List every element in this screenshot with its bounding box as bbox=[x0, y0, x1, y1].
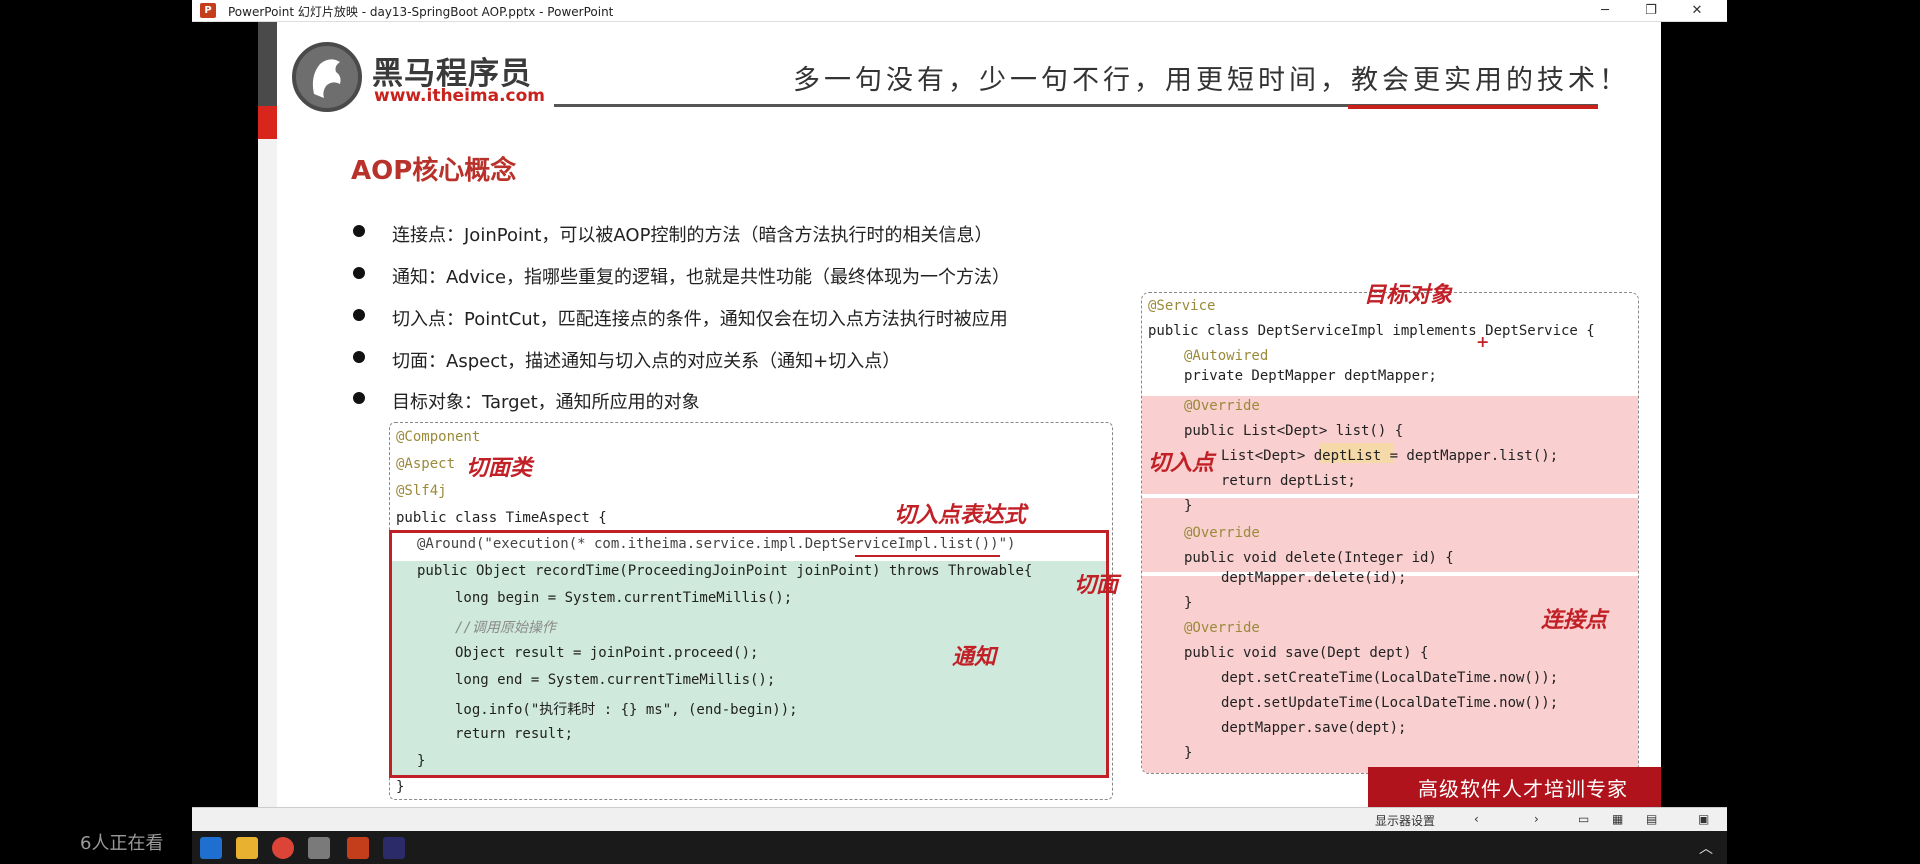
annotation-target: 目标对象 bbox=[1364, 282, 1453, 308]
code-line: //调用原始操作 bbox=[455, 620, 556, 636]
app-icon[interactable] bbox=[308, 837, 330, 859]
code-line: return result; bbox=[455, 726, 574, 742]
code-line: @Override bbox=[1184, 398, 1260, 414]
code-line: } bbox=[1184, 498, 1193, 514]
code-line: public class TimeAspect { bbox=[396, 510, 607, 526]
chevron-up-icon[interactable]: ︿ bbox=[1699, 838, 1713, 858]
windows-taskbar: ︿ bbox=[192, 831, 1727, 864]
code-line: } bbox=[396, 779, 405, 795]
bullet-dot-icon bbox=[353, 309, 365, 321]
file-explorer-icon[interactable] bbox=[236, 837, 258, 859]
code-line-around: @Around("execution(* com.itheima.service… bbox=[417, 536, 1016, 552]
powerpoint-icon: P bbox=[200, 3, 216, 18]
restore-button[interactable]: ❐ bbox=[1628, 0, 1674, 22]
slogan: 多一句没有，少一句不行，用更短时间，教会更实用的技术！ bbox=[793, 65, 1630, 96]
code-line: long end = System.currentTimeMillis(); bbox=[455, 672, 776, 688]
powerpoint-taskbar-icon[interactable] bbox=[347, 837, 369, 859]
viewer-count-overlay: 6人正在看 bbox=[80, 833, 164, 854]
side-band-red bbox=[258, 106, 277, 139]
code-line: List<Dept> deptList = deptMapper.list(); bbox=[1221, 448, 1559, 464]
code-line: long begin = System.currentTimeMillis(); bbox=[455, 590, 793, 606]
code-line: public List<Dept> list() { bbox=[1184, 423, 1404, 439]
normal-view-icon[interactable]: ▭ bbox=[1578, 812, 1589, 826]
code-line: dept.setCreateTime(LocalDateTime.now()); bbox=[1221, 670, 1559, 686]
code-line: deptMapper.save(dept); bbox=[1221, 720, 1407, 736]
display-settings-button[interactable]: 显示器设置 bbox=[1375, 812, 1435, 829]
reading-view-icon[interactable]: ▤ bbox=[1646, 812, 1657, 826]
footer-banner: 高级软件人才培训专家 bbox=[1368, 767, 1661, 807]
code-line: @Slf4j bbox=[396, 483, 447, 499]
code-line: @Override bbox=[1184, 525, 1260, 541]
logo-horse-icon bbox=[292, 42, 362, 112]
bullet-dot-icon bbox=[353, 351, 365, 363]
annotation-plus: + bbox=[1476, 332, 1490, 351]
code-line: } bbox=[1184, 595, 1193, 611]
code-line: @Autowired bbox=[1184, 348, 1269, 364]
slide-sorter-icon[interactable]: ▦ bbox=[1612, 812, 1623, 826]
bullet-dot-icon bbox=[353, 392, 365, 404]
annotation-aspect: 切面 bbox=[1074, 572, 1119, 598]
code-line: } bbox=[417, 753, 426, 769]
chrome-icon[interactable] bbox=[272, 837, 294, 859]
annotation-pointcut: 切入点 bbox=[1148, 450, 1215, 476]
code-line: @Override bbox=[1184, 620, 1260, 636]
slideshow-statusbar: 显示器设置 ‹ › ▭ ▦ ▤ ▣ bbox=[192, 807, 1727, 831]
slide-heading: AOP核心概念 bbox=[351, 156, 517, 186]
footer-banner-text: 高级软件人才培训专家 bbox=[1418, 777, 1628, 801]
code-line: public class DeptServiceImpl implements … bbox=[1148, 323, 1595, 339]
pointcut-underline bbox=[855, 555, 1000, 557]
code-line: public void save(Dept dept) { bbox=[1184, 645, 1429, 661]
code-line: public void delete(Integer id) { bbox=[1184, 550, 1454, 566]
code-line: return deptList; bbox=[1221, 473, 1356, 489]
slideshow-icon[interactable]: ▣ bbox=[1698, 812, 1709, 826]
code-line: Object result = joinPoint.proceed(); bbox=[455, 645, 759, 661]
annotation-pointcut-expression: 切入点表达式 bbox=[894, 502, 1027, 528]
code-line: @Aspect bbox=[396, 456, 456, 472]
next-icon[interactable]: › bbox=[1534, 812, 1539, 826]
slide-canvas: 黑马程序员 www.itheima.com 多一句没有，少一句不行，用更短时间，… bbox=[258, 22, 1661, 807]
code-line: } bbox=[1184, 745, 1193, 761]
previous-icon[interactable]: ‹ bbox=[1474, 812, 1479, 826]
annotation-aspect-class: 切面类 bbox=[466, 455, 533, 481]
windows-start-icon[interactable] bbox=[200, 837, 222, 859]
minimize-button[interactable]: ─ bbox=[1582, 0, 1628, 22]
bullet-dot-icon bbox=[353, 225, 365, 237]
bullet-dot-icon bbox=[353, 267, 365, 279]
annotation-advice: 通知 bbox=[952, 644, 997, 670]
window-titlebar: P PowerPoint 幻灯片放映 - day13-SpringBoot AO… bbox=[192, 0, 1727, 22]
annotation-joinpoint: 连接点 bbox=[1541, 607, 1608, 633]
header-divider-accent bbox=[1348, 105, 1598, 109]
window-title: PowerPoint 幻灯片放映 - day13-SpringBoot AOP.… bbox=[228, 5, 614, 19]
side-band bbox=[258, 22, 277, 807]
code-line: @Service bbox=[1148, 298, 1216, 314]
code-line: deptMapper.delete(id); bbox=[1221, 570, 1407, 586]
code-line: public Object recordTime(ProceedingJoinP… bbox=[417, 563, 1033, 579]
code-line: dept.setUpdateTime(LocalDateTime.now()); bbox=[1221, 695, 1559, 711]
code-line: log.info("执行耗时 : {} ms", (end-begin)); bbox=[455, 702, 798, 718]
code-line: private DeptMapper deptMapper; bbox=[1184, 368, 1437, 384]
side-band-dark bbox=[258, 22, 277, 106]
intellij-icon[interactable] bbox=[383, 837, 405, 859]
code-line: @Component bbox=[396, 429, 481, 445]
close-button[interactable]: ✕ bbox=[1674, 0, 1720, 22]
logo-url: www.itheima.com bbox=[374, 86, 546, 106]
